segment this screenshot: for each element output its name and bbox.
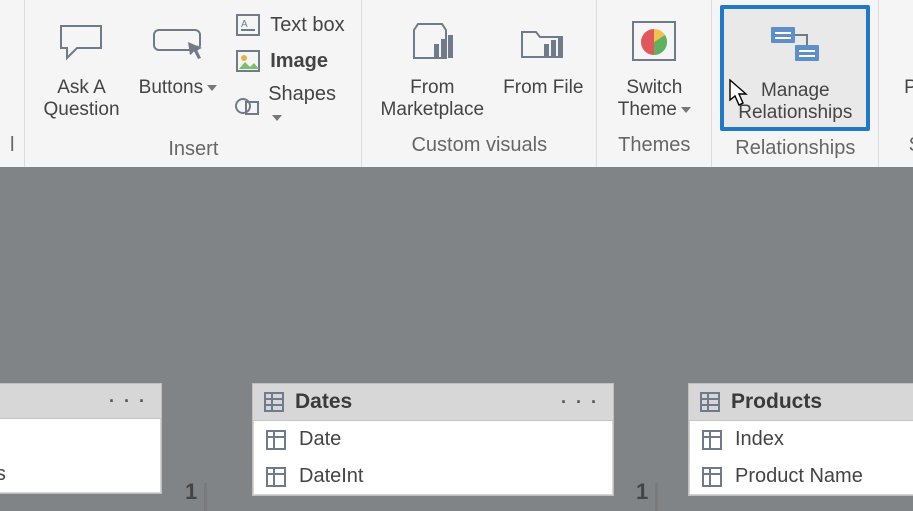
table-icon — [263, 391, 285, 413]
button-icon — [150, 13, 206, 71]
svg-text:A: A — [241, 19, 248, 30]
table-menu-button[interactable]: · · · — [557, 392, 603, 413]
table-header[interactable]: Products — [689, 384, 913, 421]
from-marketplace-label: From Marketplace — [373, 77, 491, 121]
group-label-custom-visuals: Custom visuals — [368, 128, 590, 167]
column-icon — [265, 429, 287, 451]
ribbon: l Ask A Question — [0, 0, 913, 168]
image-button[interactable]: Image — [228, 44, 355, 78]
group-label-relationships: Relationships — [718, 131, 872, 170]
folder-chart-icon — [516, 13, 570, 71]
ribbon-group-insert: Ask A Question Buttons — [25, 0, 362, 167]
highlight-manage-relationships: Manage Relationships — [720, 5, 870, 131]
column-icon — [701, 429, 723, 451]
from-marketplace-button[interactable]: From Marketplace — [368, 6, 496, 124]
field-row[interactable]: dex — [0, 419, 161, 456]
ask-question-label: Ask A Question — [36, 77, 126, 121]
relationship-canvas[interactable]: · · · dex ames 1 Dates · · · Date — [0, 167, 913, 511]
group-label-share: Share — [885, 128, 913, 167]
cardinality-one-badge: 1 — [185, 479, 197, 505]
field-name: Date — [299, 428, 341, 451]
table-title: Products — [731, 390, 822, 414]
theme-pie-icon — [629, 13, 679, 71]
group-label-themes: Themes — [603, 128, 705, 167]
publish-button[interactable]: Publish — [885, 6, 913, 102]
switch-theme-label: Switch Theme — [618, 77, 683, 120]
ribbon-group-themes: Switch Theme Themes — [597, 0, 712, 167]
ribbon-group-custom-visuals: From Marketplace From File Custom visual… — [362, 0, 597, 167]
field-row[interactable]: Index — [689, 421, 913, 458]
field-row[interactable]: ames — [0, 456, 161, 493]
text-box-icon: A — [234, 11, 262, 39]
table-card-products[interactable]: Products Index Product Name — [688, 383, 913, 496]
text-box-button[interactable]: A Text box — [228, 8, 355, 42]
shapes-button[interactable]: Shapes — [228, 80, 355, 132]
switch-theme-button[interactable]: Switch Theme — [603, 6, 705, 124]
field-name: ames — [0, 463, 6, 486]
table-menu-button[interactable]: · · · — [105, 391, 151, 412]
field-row[interactable]: Date — [253, 421, 613, 458]
buttons-button[interactable]: Buttons — [132, 6, 225, 102]
field-row[interactable]: Product Name — [689, 458, 913, 495]
manage-relationships-button[interactable]: Manage Relationships — [724, 9, 866, 127]
shapes-label: Shapes — [268, 83, 336, 105]
chevron-down-icon — [207, 85, 217, 91]
ask-question-button[interactable]: Ask A Question — [31, 6, 131, 124]
ribbon-leading-cutoff: l — [0, 0, 25, 167]
column-icon — [701, 466, 723, 488]
field-name: Index — [735, 428, 784, 451]
column-icon — [265, 466, 287, 488]
table-icon — [699, 391, 721, 413]
buttons-label: Buttons — [139, 77, 203, 98]
table-card-dates[interactable]: Dates · · · Date DateInt — [252, 383, 614, 496]
ribbon-group-share: Publish Share — [879, 0, 913, 167]
manage-relationships-label: Manage Relationships — [729, 80, 861, 124]
field-name: DateInt — [299, 465, 363, 488]
chevron-down-icon — [681, 107, 691, 113]
field-name: Product Name — [735, 465, 863, 488]
table-card-unknown[interactable]: · · · dex ames — [0, 383, 162, 494]
ribbon-group-relationships: Manage Relationships Relationships — [712, 0, 879, 167]
text-box-label: Text box — [270, 14, 344, 37]
from-file-label: From File — [503, 77, 583, 99]
shapes-icon — [234, 92, 260, 120]
cardinality-one-badge: 1 — [636, 479, 648, 505]
image-label: Image — [270, 50, 328, 73]
relationship-connector[interactable] — [655, 483, 658, 511]
marketplace-icon — [404, 13, 460, 71]
table-header[interactable]: Dates · · · — [253, 384, 613, 421]
publish-label: Publish — [904, 77, 913, 99]
image-icon — [234, 47, 262, 75]
table-header[interactable]: · · · — [0, 384, 161, 419]
speech-bubble-icon — [55, 13, 109, 71]
relationship-connector[interactable] — [204, 483, 207, 511]
table-title: Dates — [295, 390, 352, 414]
group-label-insert: Insert — [31, 132, 355, 171]
chevron-down-icon — [272, 115, 282, 121]
relationships-icon — [765, 16, 825, 74]
field-row[interactable]: DateInt — [253, 458, 613, 495]
from-file-button[interactable]: From File — [496, 6, 590, 102]
publish-icon — [909, 13, 913, 71]
